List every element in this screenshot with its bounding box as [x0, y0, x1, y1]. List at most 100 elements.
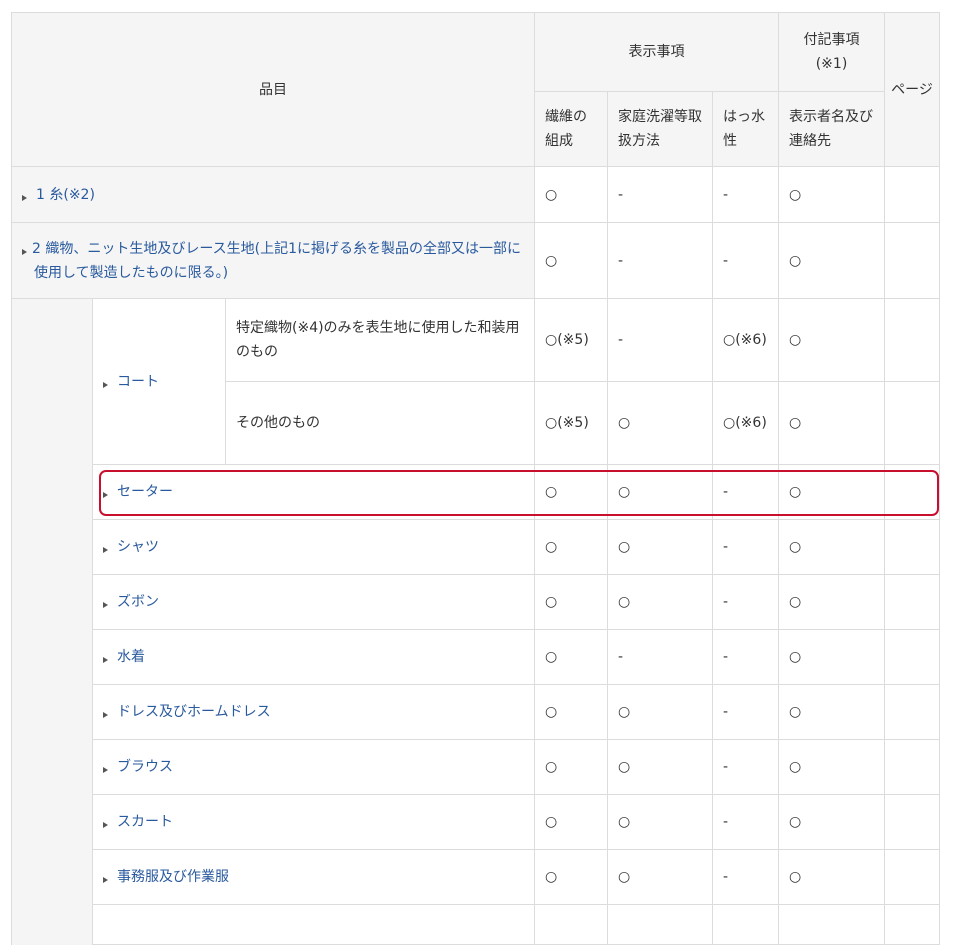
cell-fiber: ○(※5): [534, 381, 608, 465]
row-label-link[interactable]: ズボン: [117, 594, 159, 610]
row-coat[interactable]: コート: [92, 298, 226, 465]
header-display-group: 表示事項: [534, 12, 779, 92]
cell-page: [884, 298, 940, 382]
expand-arrow-icon[interactable]: [103, 767, 108, 773]
cell-fiber: [534, 904, 608, 945]
expand-arrow-icon[interactable]: [103, 657, 108, 663]
cell-water: -: [712, 739, 779, 795]
cell-fiber: ○: [534, 222, 608, 299]
header-water-repellency: はっ水性: [712, 91, 779, 167]
cell-labeler: ○: [778, 574, 885, 630]
cell-labeler: ○: [778, 222, 885, 299]
row-label-link[interactable]: 水着: [117, 649, 145, 665]
cell-page: [884, 684, 940, 740]
cell-water: ○(※6): [712, 381, 779, 465]
row-coat-other: その他のもの: [225, 381, 535, 465]
cell-fiber: ○: [534, 166, 608, 223]
row-office-wear[interactable]: 事務服及び作業服: [92, 849, 535, 905]
row-label-link[interactable]: 1 糸(※2): [36, 187, 95, 203]
cell-water: -: [712, 166, 779, 223]
expand-arrow-icon[interactable]: [103, 602, 108, 608]
row-pants[interactable]: ズボン: [92, 574, 535, 630]
row-yarn[interactable]: 1 糸(※2): [11, 166, 535, 223]
expand-arrow-icon[interactable]: [22, 194, 27, 201]
expand-arrow-icon[interactable]: [103, 877, 108, 883]
row-cutoff: [92, 904, 535, 945]
cell-water: -: [712, 684, 779, 740]
cell-water: -: [712, 849, 779, 905]
row-dress[interactable]: ドレス及びホームドレス: [92, 684, 535, 740]
header-page: ページ: [884, 12, 940, 167]
header-fiber-composition: 繊維の組成: [534, 91, 608, 167]
expand-arrow-icon[interactable]: [103, 822, 108, 828]
cell-washing: ○: [607, 381, 713, 465]
cell-water: -: [712, 574, 779, 630]
cell-fiber: ○: [534, 629, 608, 685]
cell-fiber: ○: [534, 849, 608, 905]
cell-labeler: ○: [778, 464, 885, 520]
cell-page: [884, 166, 940, 223]
row-coat-japanese: 特定織物(※4)のみを表生地に使用した和装用のもの: [225, 298, 535, 382]
row-label-link[interactable]: シャツ: [117, 539, 159, 555]
row-label-link[interactable]: セーター: [117, 484, 173, 500]
expand-arrow-icon[interactable]: [103, 712, 108, 718]
cell-washing: -: [607, 166, 713, 223]
cell-labeler: ○: [778, 794, 885, 850]
cell-labeler: ○: [778, 739, 885, 795]
cell-labeler: ○: [778, 629, 885, 685]
row-sweater[interactable]: セーター: [92, 464, 535, 520]
row-blouse[interactable]: ブラウス: [92, 739, 535, 795]
cell-washing: -: [607, 298, 713, 382]
cell-water: -: [712, 222, 779, 299]
row-label-link[interactable]: スカート: [117, 814, 173, 830]
cell-washing: ○: [607, 574, 713, 630]
cell-fiber: ○: [534, 794, 608, 850]
expand-arrow-icon[interactable]: [103, 381, 108, 388]
cell-fiber: ○: [534, 739, 608, 795]
cell-page: [884, 739, 940, 795]
cell-washing: ○: [607, 794, 713, 850]
cell-labeler: ○: [778, 684, 885, 740]
labeling-table: 品目 表示事項 付記事項(※1) ページ 繊維の組成 家庭洗濯等取扱方法 はっ水…: [11, 12, 940, 945]
cell-labeler: ○: [778, 381, 885, 465]
cell-page: [884, 222, 940, 299]
cell-fiber: ○: [534, 684, 608, 740]
header-item: 品目: [11, 12, 535, 167]
cell-page: [884, 849, 940, 905]
cell-fiber: ○: [534, 574, 608, 630]
cell-fiber: ○: [534, 464, 608, 520]
cell-water: -: [712, 629, 779, 685]
row-label-link[interactable]: 事務服及び作業服: [117, 869, 229, 885]
cell-washing: ○: [607, 849, 713, 905]
cell-water: ○(※6): [712, 298, 779, 382]
row-label-link[interactable]: ドレス及びホームドレス: [117, 704, 271, 720]
cell-water: [712, 904, 779, 945]
expand-arrow-icon[interactable]: [103, 547, 108, 553]
cell-water: -: [712, 464, 779, 520]
cell-labeler: [778, 904, 885, 945]
cell-page: [884, 519, 940, 575]
cell-page: [884, 904, 940, 945]
cell-page: [884, 464, 940, 520]
group-indent-cell: [11, 298, 93, 945]
cell-labeler: ○: [778, 849, 885, 905]
cell-labeler: ○: [778, 519, 885, 575]
row-skirt[interactable]: スカート: [92, 794, 535, 850]
row-label-link[interactable]: コート: [117, 374, 159, 390]
cell-page: [884, 629, 940, 685]
expand-arrow-icon[interactable]: [22, 248, 27, 255]
cell-washing: ○: [607, 464, 713, 520]
cell-washing: -: [607, 629, 713, 685]
header-washing-method: 家庭洗濯等取扱方法: [607, 91, 713, 167]
row-swimwear[interactable]: 水着: [92, 629, 535, 685]
row-label-link[interactable]: 2 織物、ニット生地及びレース生地(上記1に掲げる糸を製品の全部又は一部に使用し…: [32, 241, 521, 281]
cell-water: -: [712, 519, 779, 575]
row-label-link[interactable]: ブラウス: [117, 759, 173, 775]
cell-fiber: ○: [534, 519, 608, 575]
row-fabrics[interactable]: 2 織物、ニット生地及びレース生地(上記1に掲げる糸を製品の全部又は一部に使用し…: [11, 222, 535, 299]
row-shirt[interactable]: シャツ: [92, 519, 535, 575]
cell-washing: ○: [607, 739, 713, 795]
cell-water: -: [712, 794, 779, 850]
header-supplementary-group: 付記事項(※1): [778, 12, 885, 92]
expand-arrow-icon[interactable]: [103, 492, 108, 498]
